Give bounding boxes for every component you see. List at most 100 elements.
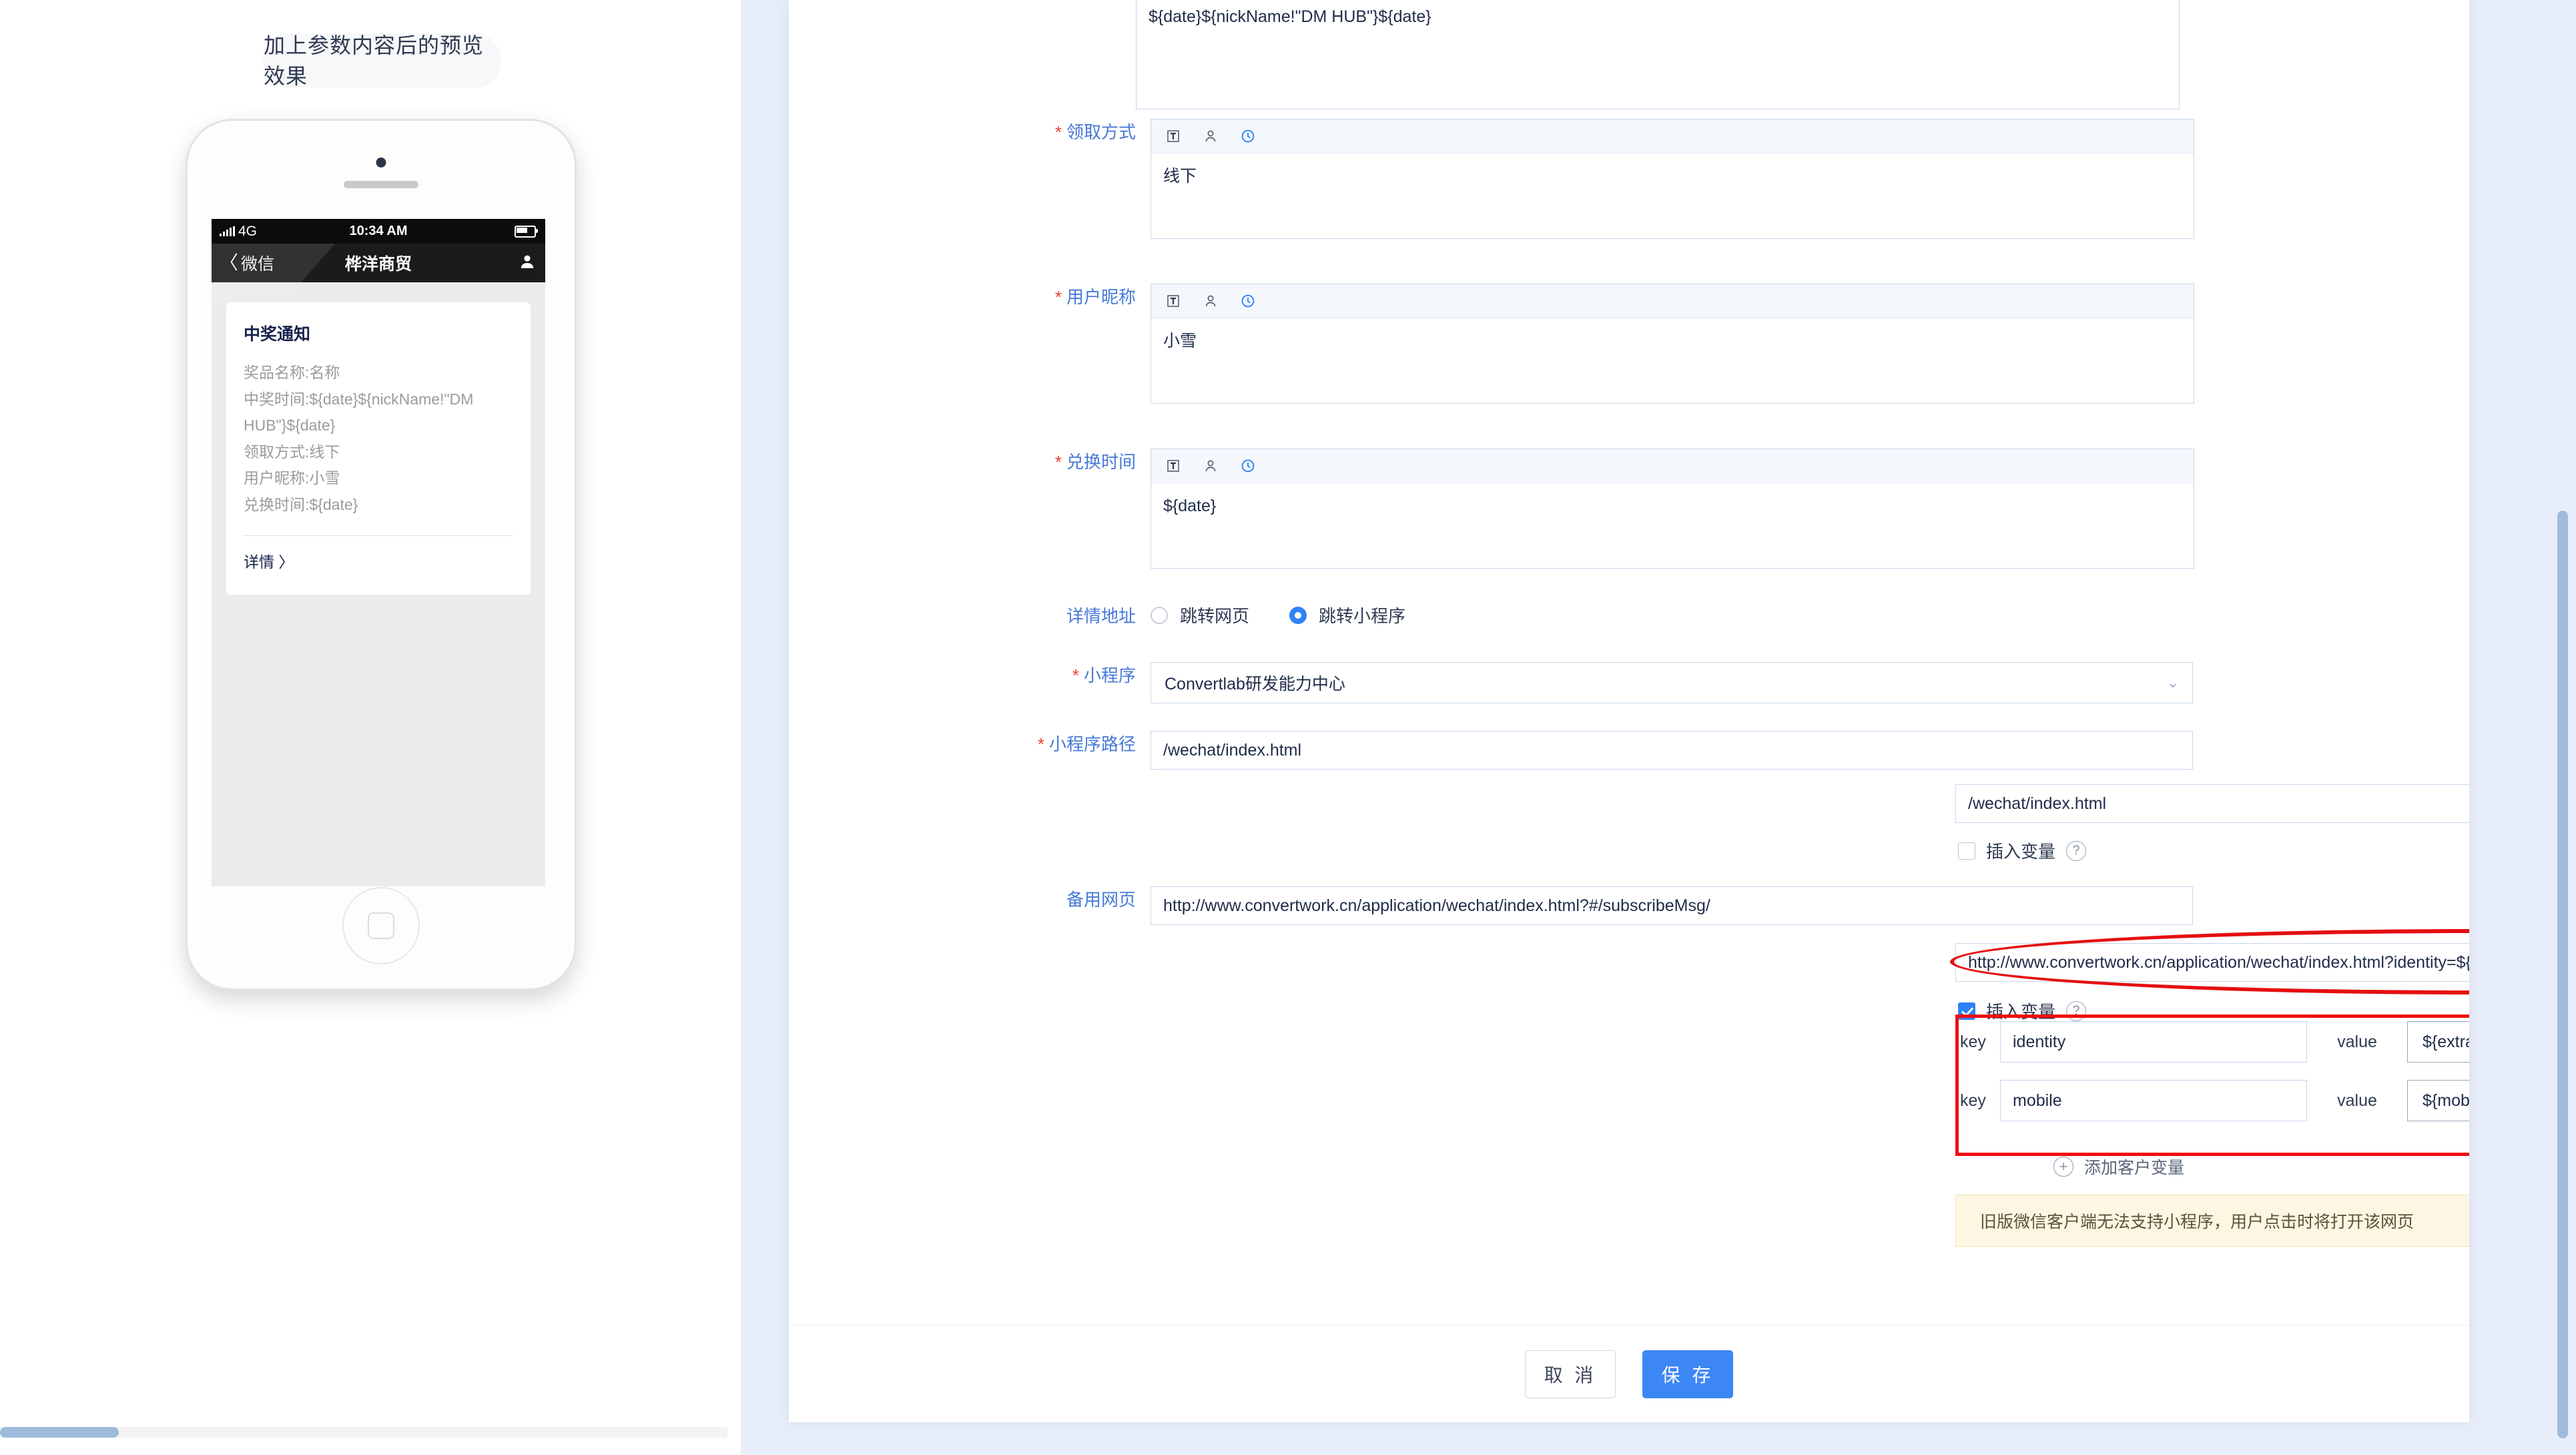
card-line: 领取方式:线下	[244, 443, 340, 461]
phone-mockup: 4G 10:34 AM 〈 微信 桦洋商贸 中奖通知 奖品名称:名称 中奖时间:…	[186, 119, 577, 990]
insert-text-variable-icon[interactable]	[1163, 456, 1183, 476]
key-label: key	[1960, 1091, 1986, 1110]
checkbox-checked-icon[interactable]	[1958, 1002, 1975, 1020]
card-line: 奖品名称:名称	[244, 364, 340, 381]
nav-back-label: 微信	[241, 255, 275, 274]
insert-text-variable-icon[interactable]	[1163, 126, 1183, 146]
radio-label: 跳转小程序	[1319, 606, 1406, 626]
field-row-detail-address: 详情地址 跳转网页 跳转小程序	[969, 603, 1405, 629]
backup-page-preview: http://www.convertwork.cn/application/we…	[1955, 943, 2469, 982]
phone-status-bar: 4G 10:34 AM	[212, 219, 545, 244]
notification-card: 中奖通知 奖品名称:名称 中奖时间:${date}${nickName!"DM …	[226, 302, 531, 595]
editor-value-redeem-time[interactable]: ${date}	[1151, 483, 2194, 568]
phone-speaker	[344, 181, 418, 188]
vertical-scrollbar-thumb[interactable]	[2557, 511, 2568, 1438]
phone-nav-bar: 〈 微信 桦洋商贸	[212, 244, 545, 307]
status-time: 10:34 AM	[349, 224, 408, 238]
add-variable-label: 添加客户变量	[2084, 1159, 2185, 1177]
top-editor-row: ${date}${nickName!"DM HUB"}${date}	[1136, 0, 2180, 109]
editor-value-claim-method[interactable]: 线下	[1151, 154, 2194, 238]
horizontal-scrollbar[interactable]	[0, 1427, 727, 1438]
home-square-icon	[368, 912, 394, 939]
card-detail-link[interactable]: 详情 〉	[244, 549, 513, 572]
editor-value-nickname[interactable]: 小雪	[1151, 318, 2194, 403]
signal-bars-icon	[220, 226, 235, 236]
variable-key-input[interactable]: identity	[2000, 1021, 2307, 1063]
form-body: ${date}${nickName!"DM HUB"}${date} * 领取方式…	[789, 0, 2469, 1325]
add-variable-button[interactable]: + 添加客户变量	[2053, 1155, 2184, 1179]
field-row-miniprogram-path: * 小程序路径 /wechat/index.html	[969, 731, 2193, 770]
network-label: 4G	[238, 223, 258, 239]
top-editor-value[interactable]: ${date}${nickName!"DM HUB"}${date}	[1137, 0, 2179, 109]
insert-variable-label: 插入变量	[1986, 842, 2056, 862]
miniprogram-select-value: Convertlab研发能力中心	[1165, 675, 1345, 693]
editor-toolbar	[1151, 284, 2194, 318]
top-editor[interactable]: ${date}${nickName!"DM HUB"}${date}	[1136, 0, 2180, 109]
required-asterisk: *	[1054, 122, 1062, 142]
card-line: 中奖时间:${date}${nickName!"DM HUB"}${date}	[244, 390, 474, 434]
chevron-down-icon: ⌄	[2166, 674, 2179, 691]
field-label-backup-page: 备用网页	[1066, 890, 1136, 910]
field-label-nickname: * 用户昵称	[1054, 287, 1136, 307]
insert-variable-toggle-backup[interactable]: 插入变量 ?	[1958, 998, 2087, 1023]
field-label-redeem-time: * 兑换时间	[1054, 452, 1136, 472]
clock-icon[interactable]	[1238, 126, 1258, 146]
field-row-backup-page: 备用网页 http://www.convertwork.cn/applicati…	[969, 886, 2193, 925]
field-label-miniprogram-path: * 小程序路径	[1037, 734, 1136, 754]
form-modal: ${date}${nickName!"DM HUB"}${date} * 领取方式…	[789, 0, 2469, 1422]
field-label-claim-method: * 领取方式	[1054, 122, 1136, 142]
variable-row: key mobile value ${mobile} −	[1960, 1080, 2469, 1121]
miniprogram-select[interactable]: Convertlab研发能力中心 ⌄	[1151, 662, 2193, 703]
nav-title: 桦洋商贸	[344, 255, 412, 274]
warning-text: 旧版微信客户端无法支持小程序，用户点击时将打开该网页	[1980, 1213, 2414, 1231]
cancel-button[interactable]: 取 消	[1525, 1350, 1616, 1398]
field-label-miniprogram: * 小程序	[1072, 665, 1136, 685]
horizontal-scrollbar-thumb[interactable]	[0, 1427, 119, 1438]
editor-redeem-time[interactable]: ${date}	[1151, 449, 2194, 569]
save-button[interactable]: 保 存	[1642, 1350, 1733, 1398]
required-asterisk: *	[1072, 665, 1079, 685]
required-asterisk: *	[1054, 287, 1062, 307]
miniprogram-path-input[interactable]: /wechat/index.html	[1151, 731, 2193, 770]
variable-key-input[interactable]: mobile	[2000, 1080, 2307, 1121]
person-icon[interactable]	[1201, 456, 1221, 476]
variable-value-token[interactable]: ${mobile}	[2407, 1080, 2469, 1121]
preview-pane: 加上参数内容后的预览效果 4G 10:34 AM 〈 微信 桦洋商贸 中奖通知 …	[0, 0, 741, 1442]
clock-icon[interactable]	[1238, 291, 1258, 311]
person-icon[interactable]	[1201, 291, 1221, 311]
form-footer: 取 消 保 存	[789, 1325, 2469, 1422]
variable-value-token[interactable]: ${extra.wechatOpenId}	[2407, 1021, 2469, 1063]
question-mark-icon[interactable]: ?	[2066, 1000, 2087, 1021]
field-label-detail-address: 详情地址	[1066, 606, 1136, 626]
card-divider	[244, 535, 513, 537]
checkbox-icon[interactable]	[1958, 842, 1975, 860]
required-asterisk: *	[1054, 452, 1062, 472]
radio-circle-icon[interactable]	[1151, 606, 1168, 624]
card-title: 中奖通知	[244, 325, 311, 344]
backup-page-input[interactable]: http://www.convertwork.cn/application/we…	[1151, 886, 2193, 925]
plus-circle-icon: +	[2053, 1157, 2073, 1177]
clock-icon[interactable]	[1238, 456, 1258, 476]
editor-nickname[interactable]: 小雪	[1151, 284, 2194, 404]
radio-circle-selected-icon[interactable]	[1289, 606, 1307, 624]
chevron-left-icon: 〈	[220, 252, 239, 273]
value-label: value	[2337, 1091, 2377, 1110]
variable-row: key identity value ${extra.wechatOpenId}…	[1960, 1021, 2469, 1063]
radio-jump-webpage[interactable]: 跳转网页	[1151, 603, 1249, 627]
question-mark-icon[interactable]: ?	[2066, 840, 2087, 861]
field-row-redeem-time: * 兑换时间 ${date}	[969, 449, 2194, 569]
card-line: 兑换时间:${date}	[244, 495, 358, 513]
person-icon[interactable]	[1201, 126, 1221, 146]
key-label: key	[1960, 1032, 1986, 1051]
radio-label: 跳转网页	[1180, 606, 1250, 626]
editor-claim-method[interactable]: 线下	[1151, 119, 2194, 239]
required-asterisk: *	[1037, 734, 1044, 754]
insert-variable-toggle-path[interactable]: 插入变量 ?	[1958, 838, 2087, 863]
signal-area: 4G	[220, 224, 257, 240]
nav-back-button[interactable]: 〈 微信	[220, 251, 274, 275]
insert-text-variable-icon[interactable]	[1163, 291, 1183, 311]
editor-toolbar	[1151, 449, 2194, 483]
person-icon[interactable]	[519, 253, 536, 274]
radio-jump-miniprogram[interactable]: 跳转小程序	[1289, 603, 1405, 627]
phone-home-button[interactable]	[342, 887, 420, 964]
